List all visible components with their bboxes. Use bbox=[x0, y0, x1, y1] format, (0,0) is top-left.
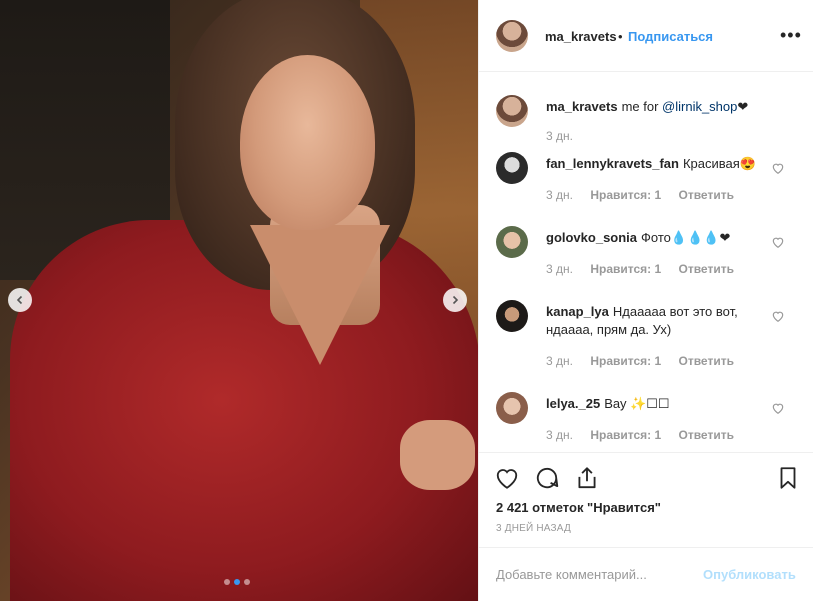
reply-button[interactable]: Ответить bbox=[679, 428, 734, 442]
post-timestamp[interactable]: 3 ДНЕЙ НАЗАД bbox=[496, 523, 571, 534]
caption-text: ma_kravets me for @lirnik_shop❤ bbox=[546, 98, 766, 116]
caption-time[interactable]: 3 дн. bbox=[546, 129, 573, 143]
caption-username[interactable]: ma_kravets bbox=[546, 99, 618, 114]
comment-time[interactable]: 3 дн. bbox=[546, 262, 573, 276]
carousel-dot bbox=[244, 579, 250, 585]
add-comment-bar: Добавьте комментарий... Опубликовать bbox=[479, 547, 813, 601]
caption-body: me for bbox=[621, 99, 659, 114]
heart-emoji: ❤ bbox=[737, 99, 749, 114]
follow-button[interactable]: Подписаться bbox=[628, 29, 713, 44]
post-actions: 2 421 отметок "Нравится" 3 ДНЕЙ НАЗАД bbox=[479, 452, 813, 547]
reply-button[interactable]: Ответить bbox=[679, 354, 734, 368]
comment-like-icon[interactable] bbox=[771, 161, 785, 175]
comment-body: Фото💧💧💧❤ bbox=[641, 230, 731, 245]
author-username[interactable]: ma_kravets bbox=[545, 29, 617, 44]
avatar[interactable] bbox=[496, 152, 528, 184]
comment-body: Вау ✨☐☐ bbox=[604, 396, 670, 411]
bookmark-icon[interactable] bbox=[775, 465, 801, 491]
comment-likes[interactable]: Нравится: 1 bbox=[590, 188, 661, 202]
comment-text: kanap_lya Ндааааа вот это вот, ндаааа, пр… bbox=[546, 303, 766, 339]
avatar[interactable] bbox=[496, 226, 528, 258]
avatar[interactable] bbox=[496, 300, 528, 332]
likes-count[interactable]: 2 421 отметок "Нравится" bbox=[496, 500, 661, 515]
comment-like-icon[interactable] bbox=[771, 309, 785, 323]
carousel-next-button[interactable] bbox=[443, 288, 467, 312]
heart-icon[interactable] bbox=[494, 465, 520, 491]
carousel-dot-active bbox=[234, 579, 240, 585]
carousel-prev-button[interactable] bbox=[8, 288, 32, 312]
comment-likes[interactable]: Нравится: 1 bbox=[590, 428, 661, 442]
header-separator: • bbox=[618, 29, 623, 44]
comment-meta: 3 дн. Нравится: 1 Ответить bbox=[546, 428, 748, 442]
photo-hand bbox=[400, 420, 475, 490]
photo-face bbox=[240, 55, 375, 230]
comment-text: fan_lennykravets_fan Красивая😍 bbox=[546, 155, 766, 173]
comment-time[interactable]: 3 дн. bbox=[546, 354, 573, 368]
comment-time[interactable]: 3 дн. bbox=[546, 188, 573, 202]
avatar[interactable] bbox=[496, 20, 528, 52]
comment-likes[interactable]: Нравится: 1 bbox=[590, 262, 661, 276]
comment-like-icon[interactable] bbox=[771, 235, 785, 249]
comment-meta: 3 дн. Нравится: 1 Ответить bbox=[546, 354, 748, 368]
post-header: ma_kravets • Подписаться ••• bbox=[479, 0, 813, 72]
comment-username[interactable]: kanap_lya bbox=[546, 304, 609, 319]
comment-username[interactable]: golovko_sonia bbox=[546, 230, 637, 245]
post-side-panel: ma_kravets • Подписаться ••• ma_kravets m… bbox=[478, 0, 813, 601]
avatar[interactable] bbox=[496, 95, 528, 127]
chevron-right-icon bbox=[452, 295, 459, 305]
reply-button[interactable]: Ответить bbox=[679, 188, 734, 202]
photo-neckline bbox=[250, 225, 390, 365]
more-options-icon[interactable]: ••• bbox=[780, 26, 802, 44]
comment-body: Красивая😍 bbox=[682, 156, 756, 171]
caption-meta: 3 дн. bbox=[546, 129, 587, 143]
comment-likes[interactable]: Нравится: 1 bbox=[590, 354, 661, 368]
comment-icon[interactable] bbox=[534, 465, 560, 491]
avatar[interactable] bbox=[496, 392, 528, 424]
reply-button[interactable]: Ответить bbox=[679, 262, 734, 276]
comment-meta: 3 дн. Нравится: 1 Ответить bbox=[546, 188, 748, 202]
caption-mention-link[interactable]: @lirnik_shop bbox=[662, 99, 737, 114]
carousel-dot bbox=[224, 579, 230, 585]
comment-username[interactable]: fan_lennykravets_fan bbox=[546, 156, 679, 171]
comment-text: lelya._25 Вау ✨☐☐ bbox=[546, 395, 766, 413]
comment-like-icon[interactable] bbox=[771, 401, 785, 415]
comments-list[interactable]: ma_kravets me for @lirnik_shop❤ 3 дн. fan… bbox=[479, 73, 813, 451]
chevron-left-icon bbox=[16, 295, 23, 305]
comment-meta: 3 дн. Нравится: 1 Ответить bbox=[546, 262, 748, 276]
post-photo[interactable] bbox=[0, 0, 478, 601]
publish-button[interactable]: Опубликовать bbox=[703, 567, 796, 582]
share-icon[interactable] bbox=[574, 465, 600, 491]
comment-time[interactable]: 3 дн. bbox=[546, 428, 573, 442]
comment-text: golovko_sonia Фото💧💧💧❤ bbox=[546, 229, 766, 247]
comment-username[interactable]: lelya._25 bbox=[546, 396, 600, 411]
carousel-indicator bbox=[224, 579, 250, 585]
comment-input[interactable]: Добавьте комментарий... bbox=[496, 567, 647, 582]
